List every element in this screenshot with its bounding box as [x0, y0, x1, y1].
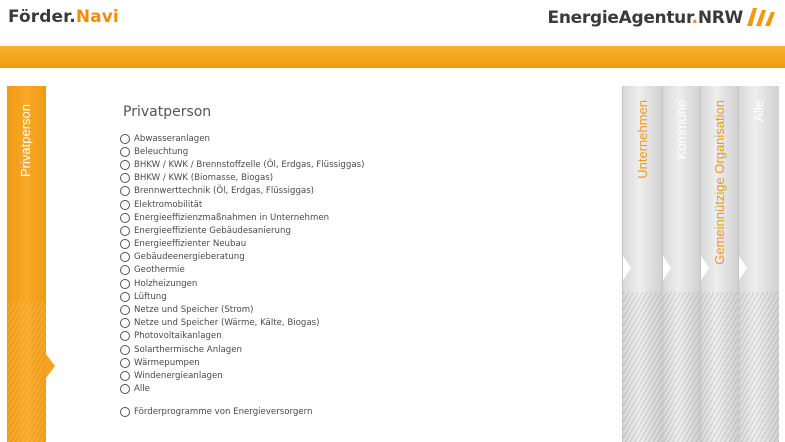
radio-option[interactable]: Netze und Speicher (Wärme, Kälte, Biogas…: [120, 317, 600, 330]
radio-button[interactable]: [120, 384, 130, 395]
radio-option[interactable]: Holzheizungen: [120, 277, 600, 290]
tab-stripes: [623, 292, 663, 442]
tab-unternehmen[interactable]: Unternehmen: [622, 86, 663, 442]
tab-chevron: [739, 256, 747, 280]
radio-label: Beleuchtung: [134, 146, 189, 157]
radio-button[interactable]: [120, 212, 130, 223]
tab-chevron: [623, 256, 631, 280]
radio-button[interactable]: [120, 305, 130, 316]
radio-label: Energieeffizienzmaßnahmen in Unternehmen: [134, 212, 330, 223]
radio-button[interactable]: [120, 186, 130, 197]
radio-button[interactable]: [120, 331, 130, 342]
active-tab-pointer: [46, 354, 55, 378]
orange-banner: [0, 46, 785, 68]
radio-option[interactable]: Alle: [120, 383, 600, 396]
radio-label: Abwasseranlagen: [134, 133, 210, 144]
energieagentur-logo[interactable]: EnergieAgentur.NRW: [547, 8, 744, 28]
tab-gemeinnuetzige-organisation[interactable]: Gemeinnützige Organisation: [700, 86, 739, 442]
page-title: Privatperson: [123, 104, 212, 120]
tab-chevron: [701, 256, 709, 280]
radio-option[interactable]: Netze und Speicher (Strom): [120, 303, 600, 316]
tab-privatperson-label: Privatperson: [18, 104, 33, 177]
radio-label: Photovoltaikanlagen: [134, 331, 222, 342]
radio-option-energieversorger[interactable]: Förderprogramme von Energieversorgern: [120, 406, 600, 419]
radio-label: BHKW / KWK / Brennstoffzelle (Öl, Erdgas…: [134, 159, 365, 170]
energieagentur-mark-icon: [747, 8, 775, 26]
radio-button[interactable]: [120, 252, 130, 263]
radio-label: Brennwerttechnik (Öl, Erdgas, Flüssiggas…: [134, 186, 315, 197]
tab-stripes: [739, 292, 779, 442]
radio-button[interactable]: [120, 370, 130, 381]
radio-option[interactable]: Geothermie: [120, 264, 600, 277]
radio-button[interactable]: [120, 199, 130, 210]
radio-option[interactable]: Energieeffizienter Neubau: [120, 238, 600, 251]
radio-label: Netze und Speicher (Wärme, Kälte, Biogas…: [134, 318, 320, 329]
radio-label: Holzheizungen: [134, 278, 198, 289]
radio-label: Windenergieanlagen: [134, 370, 223, 381]
radio-label: Gebäudeenergieberatung: [134, 252, 245, 263]
logo-text-energieagentur: EnergieAgentur: [547, 8, 692, 28]
radio-button[interactable]: [120, 133, 130, 144]
tab-gemeinnuetzige-label: Gemeinnützige Organisation: [712, 100, 727, 265]
radio-button[interactable]: [120, 278, 130, 289]
radio-option[interactable]: Solarthermische Anlagen: [120, 343, 600, 356]
tab-stripes: [7, 302, 46, 442]
tab-stripes: [663, 292, 701, 442]
radio-option[interactable]: BHKW / KWK / Brennstoffzelle (Öl, Erdgas…: [120, 158, 600, 171]
radio-list: Abwasseranlagen Beleuchtung BHKW / KWK / B…: [120, 132, 600, 396]
radio-label: Förderprogramme von Energieversorgern: [134, 407, 313, 418]
tab-chevron: [663, 256, 671, 280]
logo-text-nrw: NRW: [697, 8, 743, 28]
radio-option[interactable]: Windenergieanlagen: [120, 369, 600, 382]
radio-option[interactable]: Gebäudeenergieberatung: [120, 251, 600, 264]
radio-option[interactable]: Brennwerttechnik (Öl, Erdgas, Flüssiggas…: [120, 185, 600, 198]
radio-button[interactable]: [120, 407, 130, 418]
header: Förder.Navi EnergieAgentur.NRW: [0, 0, 785, 46]
radio-button[interactable]: [120, 265, 130, 276]
radio-button[interactable]: [120, 225, 130, 236]
tab-stripes: [701, 292, 739, 442]
radio-option[interactable]: Beleuchtung: [120, 145, 600, 158]
radio-button[interactable]: [120, 291, 130, 302]
radio-option[interactable]: Energieeffiziente Gebäudesanierung: [120, 224, 600, 237]
radio-button[interactable]: [120, 239, 130, 250]
radio-label: Netze und Speicher (Strom): [134, 305, 254, 316]
radio-label: Energieeffizienter Neubau: [134, 239, 247, 250]
radio-button[interactable]: [120, 146, 130, 157]
radio-label: Elektromobilität: [134, 199, 203, 210]
logo-text-navi: Navi: [75, 7, 119, 27]
radio-button[interactable]: [120, 159, 130, 170]
logo-text-foerder: Förder.: [8, 7, 76, 27]
radio-label: Lüftung: [134, 291, 167, 302]
radio-option[interactable]: Elektromobilität: [120, 198, 600, 211]
radio-option[interactable]: Abwasseranlagen: [120, 132, 600, 145]
spacer: [0, 68, 785, 84]
tab-alle[interactable]: Alle: [738, 86, 779, 442]
radio-option[interactable]: Lüftung: [120, 290, 600, 303]
radio-label: Geothermie: [134, 265, 185, 276]
options-panel: Privatperson Abwasseranlagen Beleuchtung B…: [120, 104, 600, 419]
tab-alle-label: Alle: [751, 100, 766, 122]
tab-privatperson[interactable]: Privatperson: [7, 86, 55, 442]
radio-label: Energieeffiziente Gebäudesanierung: [134, 225, 291, 236]
radio-option[interactable]: Wärmepumpen: [120, 356, 600, 369]
radio-label: Solarthermische Anlagen: [134, 344, 242, 355]
radio-option[interactable]: Photovoltaikanlagen: [120, 330, 600, 343]
radio-label: Wärmepumpen: [134, 357, 200, 368]
radio-option[interactable]: Energieeffizienzmaßnahmen in Unternehmen: [120, 211, 600, 224]
radio-button[interactable]: [120, 344, 130, 355]
tab-kommune-label: Kommune: [674, 100, 689, 160]
foerder-navi-logo[interactable]: Förder.Navi: [8, 7, 119, 27]
radio-label: Alle: [134, 384, 150, 395]
radio-label: BHKW / KWK (Biomasse, Biogas): [134, 173, 274, 184]
radio-option[interactable]: BHKW / KWK (Biomasse, Biogas): [120, 172, 600, 185]
radio-button[interactable]: [120, 173, 130, 184]
radio-button[interactable]: [120, 357, 130, 368]
tab-unternehmen-label: Unternehmen: [635, 100, 650, 179]
tab-kommune[interactable]: Kommune: [662, 86, 701, 442]
radio-button[interactable]: [120, 318, 130, 329]
